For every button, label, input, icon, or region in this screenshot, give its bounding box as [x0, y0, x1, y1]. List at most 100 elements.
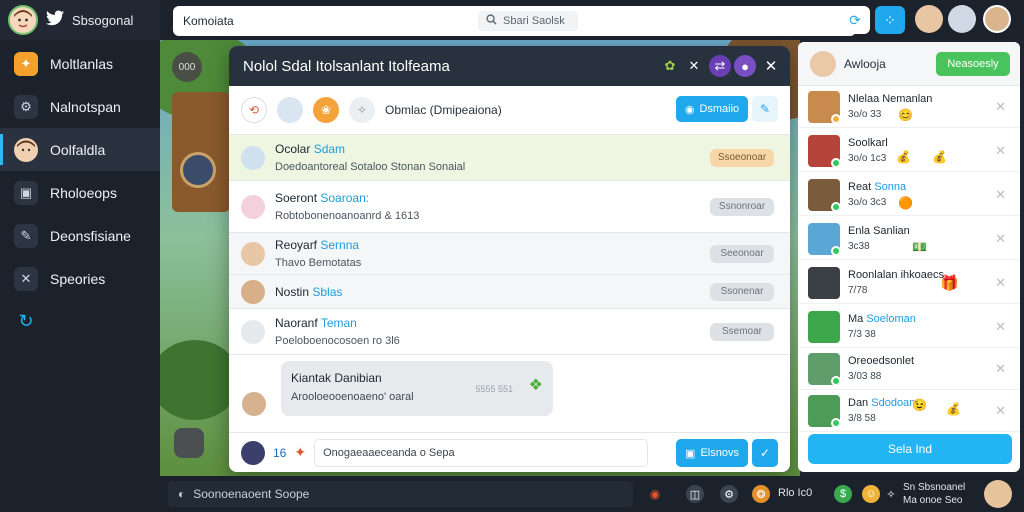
cookie-icon[interactable]: ❂: [752, 485, 770, 503]
avatar: [808, 134, 840, 167]
close-icon[interactable]: ✕: [995, 187, 1006, 203]
wand-icon[interactable]: ✕: [683, 55, 705, 77]
close-icon[interactable]: ✕: [995, 275, 1006, 291]
avatar[interactable]: [915, 5, 943, 33]
emoji-icon: 😉: [912, 398, 927, 412]
thread-row[interactable]: Nostin Sblas Ssonenar: [229, 274, 790, 308]
chevron-icon: ✓: [759, 446, 771, 460]
avatar[interactable]: [983, 5, 1011, 33]
friend-name-text: Reat: [848, 181, 872, 193]
settings-icon[interactable]: ⚙: [720, 485, 738, 503]
record-icon[interactable]: ◉: [646, 485, 664, 503]
friend-row[interactable]: Roonlalan ihkoaecs 7/78 🎁 ✕: [798, 262, 1020, 304]
sidebar-item-speories[interactable]: ✕ Speories: [0, 257, 160, 300]
thread-tag: Ssonenar: [710, 282, 774, 301]
close-icon[interactable]: ✕: [995, 403, 1006, 419]
friends-cta-button[interactable]: Sela Ind: [808, 434, 1012, 464]
friends-action-button[interactable]: Neasoesly: [936, 52, 1010, 76]
close-icon[interactable]: ✕: [995, 143, 1006, 159]
coin-icon[interactable]: $: [834, 485, 852, 503]
bottom-search-input[interactable]: ◐ Soonoenaoent Soope: [168, 481, 633, 507]
message-count: 16: [273, 445, 287, 460]
friends-title: Awlooja: [844, 56, 886, 71]
close-icon[interactable]: ✕: [995, 99, 1006, 115]
app-title: Sbsogonal: [72, 12, 134, 28]
friend-row[interactable]: Enla Sanlian 3c38 💵 ✕: [798, 218, 1020, 260]
thread-row[interactable]: Ocolar Sdam Doedoantoreal Sotaloo Stonan…: [229, 134, 790, 180]
avatar: [241, 194, 265, 219]
sidebar-item-rholoeops[interactable]: ▣ Rholoeops: [0, 171, 160, 214]
avatar[interactable]: [948, 5, 976, 33]
message-input[interactable]: Onogaeaaeceanda o Sepa: [314, 438, 649, 467]
chat-icon[interactable]: ◫: [686, 485, 704, 503]
refresh-button[interactable]: ⟳: [840, 6, 870, 34]
thread-preview: Poeloboenocosoen ro 3l6: [275, 335, 400, 347]
friend-name-text: Dan: [848, 397, 869, 409]
thread-row[interactable]: Soeront Soaroan: Robtobonenoanoanrd & 16…: [229, 180, 790, 232]
status-dot: [831, 201, 840, 211]
messages-modal: Nolol Sdal Itolsanlant Itolfeama ✿ ✕ ⇄ ●…: [229, 46, 790, 472]
bottom-bar: ◐ Soonoenaoent Soope ◉ ◫ ⚙ ❂ Rlo Ic0 $ ☺…: [160, 476, 1024, 512]
status-dot: [831, 157, 840, 167]
compose-button[interactable]: ✎: [752, 96, 778, 122]
thread-name-text: Soeront: [275, 191, 318, 205]
sidebar-item-oolfaldla[interactable]: Oolfaldla: [0, 128, 160, 171]
thread-row[interactable]: Reoyarf Sernna Thavo Bemotatas Seeonoar: [229, 232, 790, 274]
friend-row[interactable]: Nlelaa Nemanlan 3o/o 33 😊 ✕: [798, 86, 1020, 128]
thread-row[interactable]: Naoranf Teman Poeloboenocosoen ro 3l6 Ss…: [229, 308, 790, 354]
dm-button-label: Dsmaiio: [699, 103, 740, 115]
thread-name-highlight: Sdam: [313, 142, 346, 156]
sidebar-item-refresh[interactable]: ↻: [0, 300, 160, 343]
user-avatar[interactable]: [8, 5, 38, 35]
sidebar-item-nalnotspan[interactable]: ⚙ Nalnotspan: [0, 85, 160, 128]
close-icon[interactable]: ✕: [995, 319, 1006, 335]
bag-icon: 💰: [896, 150, 911, 164]
fire-icon[interactable]: ✦: [294, 444, 306, 461]
friend-row[interactable]: Oreoedsonlet 3/03 88 ✕: [798, 348, 1020, 390]
send-button[interactable]: ▣ Elsnovs: [676, 439, 748, 467]
notification-icon[interactable]: ⟲: [241, 97, 267, 123]
address-tab[interactable]: Komoiata Sbari Saolsk: [173, 6, 856, 36]
sparkle-icon[interactable]: ✧: [349, 97, 375, 123]
sparkle-icon[interactable]: ✧: [882, 485, 900, 503]
bottom-search-placeholder: Soonoenaoent Soope: [193, 487, 310, 501]
pet-icon[interactable]: [174, 428, 204, 458]
thread-tag: Ssoeonoar: [710, 148, 774, 167]
avatar-icon: [14, 137, 38, 162]
friend-status: 7/3 38: [848, 329, 876, 340]
leaf-icon[interactable]: ✿: [659, 55, 681, 77]
avatar: [241, 279, 265, 304]
pencil-icon: ✎: [14, 223, 38, 248]
friend-row[interactable]: Reat Sonna 3o/o 3c3 🟠 ✕: [798, 174, 1020, 216]
friend-row[interactable]: Dan Sdodoan 3/8 58 😉 💰 ✕: [798, 390, 1020, 432]
tab-label: Komoiata: [183, 14, 234, 28]
sidebar-item-deonsfisiane[interactable]: ✎ Deonsfisiane: [0, 214, 160, 257]
bag-icon: 💰: [946, 402, 961, 416]
thread-name: Soeront Soaroan:: [275, 191, 419, 205]
friend-row[interactable]: Ma Soeloman 7/3 38 ✕: [798, 306, 1020, 348]
cat-icon[interactable]: ❀: [313, 97, 339, 123]
close-icon[interactable]: ✕: [995, 361, 1006, 377]
smile-icon[interactable]: ☺: [862, 485, 880, 503]
sidebar-item-moltlanlas[interactable]: ✦ Moltlanlas: [0, 42, 160, 85]
avatar[interactable]: [810, 50, 836, 77]
search-input[interactable]: Sbari Saolsk: [478, 11, 578, 31]
friend-status: 3/03 88: [848, 371, 882, 382]
avatar[interactable]: [984, 480, 1012, 508]
friend-name: Nlelaa Nemanlan: [848, 93, 933, 105]
friend-row[interactable]: Soolkarl 3o/o 1c3 💰 💰 ✕: [798, 130, 1020, 172]
close-icon[interactable]: ✕: [760, 55, 782, 77]
apps-button[interactable]: ⁘: [875, 6, 905, 34]
compose-icon: ✎: [759, 102, 771, 116]
more-button[interactable]: ✓: [752, 439, 778, 467]
avatar: [241, 241, 265, 266]
friend-name-text: Ma: [848, 313, 864, 325]
profile-icon[interactable]: ●: [734, 55, 756, 77]
clock-icon: [180, 152, 216, 188]
swap-icon[interactable]: ⇄: [709, 55, 731, 77]
dm-button[interactable]: ◉ Dsmaiio: [676, 96, 748, 122]
avatar[interactable]: [277, 97, 303, 123]
money-icon: ❖: [528, 377, 543, 394]
composer: 16 ✦ Onogaeaaeceanda o Sepa ▣ Elsnovs ✓: [229, 432, 790, 472]
close-icon[interactable]: ✕: [995, 231, 1006, 247]
